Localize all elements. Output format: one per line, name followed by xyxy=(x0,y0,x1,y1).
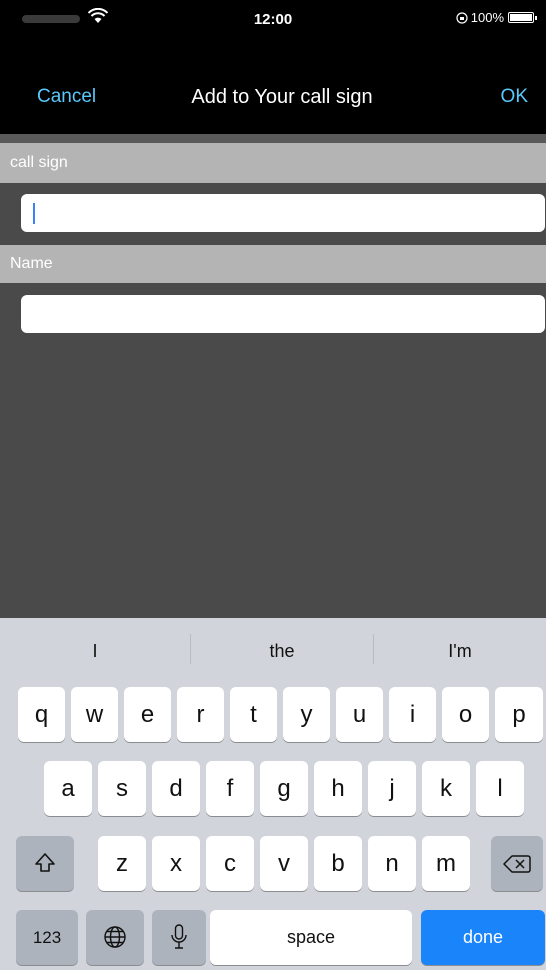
battery-group: 100% xyxy=(456,10,537,25)
nav-title: Add to Your call sign xyxy=(191,86,373,108)
space-key[interactable]: space xyxy=(210,910,412,965)
key-f[interactable]: f xyxy=(206,761,254,816)
key-c[interactable]: c xyxy=(206,836,254,891)
shift-icon xyxy=(35,853,55,872)
text-cursor xyxy=(33,203,35,224)
globe-icon xyxy=(104,926,126,948)
suggestion-2[interactable]: the xyxy=(191,618,373,678)
key-v[interactable]: v xyxy=(260,836,308,891)
key-o[interactable]: o xyxy=(442,687,489,742)
name-header: Name xyxy=(0,245,546,283)
name-input[interactable] xyxy=(21,295,545,333)
key-g[interactable]: g xyxy=(260,761,308,816)
key-h[interactable]: h xyxy=(314,761,362,816)
delete-key[interactable] xyxy=(491,836,543,891)
done-key[interactable]: done xyxy=(421,910,545,965)
key-p[interactable]: p xyxy=(495,687,543,742)
key-q[interactable]: q xyxy=(18,687,65,742)
key-l[interactable]: l xyxy=(476,761,524,816)
key-b[interactable]: b xyxy=(314,836,362,891)
keyboard: I the I'm q w e r t y u i o p a s d f g … xyxy=(0,618,546,970)
callsign-header: call sign xyxy=(0,143,546,183)
key-x[interactable]: x xyxy=(152,836,200,891)
key-i[interactable]: i xyxy=(389,687,436,742)
suggestion-1[interactable]: I xyxy=(0,618,190,678)
backspace-icon xyxy=(503,855,531,873)
key-w[interactable]: w xyxy=(71,687,118,742)
key-n[interactable]: n xyxy=(368,836,416,891)
shift-key[interactable] xyxy=(16,836,74,891)
nav-bar: Cancel Add to Your call sign OK xyxy=(0,40,546,134)
key-r[interactable]: r xyxy=(177,687,224,742)
lock-rotation-icon xyxy=(456,11,468,24)
battery-fill xyxy=(510,14,532,21)
key-s[interactable]: s xyxy=(98,761,146,816)
form-top-strip xyxy=(0,134,546,143)
key-m[interactable]: m xyxy=(422,836,470,891)
key-e[interactable]: e xyxy=(124,687,171,742)
key-t[interactable]: t xyxy=(230,687,277,742)
ok-button[interactable]: OK xyxy=(501,86,528,108)
numbers-key[interactable]: 123 xyxy=(16,910,78,965)
callsign-input[interactable] xyxy=(21,194,545,232)
battery-icon xyxy=(508,12,537,23)
globe-key[interactable] xyxy=(86,910,144,965)
screen: 12:00 100% Cancel Add to Your call sign … xyxy=(0,0,546,970)
key-y[interactable]: y xyxy=(283,687,330,742)
suggestion-3[interactable]: I'm xyxy=(374,618,546,678)
key-z[interactable]: z xyxy=(98,836,146,891)
key-a[interactable]: a xyxy=(44,761,92,816)
key-d[interactable]: d xyxy=(152,761,200,816)
microphone-icon xyxy=(171,924,187,949)
key-u[interactable]: u xyxy=(336,687,383,742)
battery-percent: 100% xyxy=(470,10,504,25)
key-j[interactable]: j xyxy=(368,761,416,816)
key-k[interactable]: k xyxy=(422,761,470,816)
suggestion-bar: I the I'm xyxy=(0,618,546,678)
dictation-key[interactable] xyxy=(152,910,206,965)
status-bar: 12:00 100% xyxy=(0,0,546,40)
